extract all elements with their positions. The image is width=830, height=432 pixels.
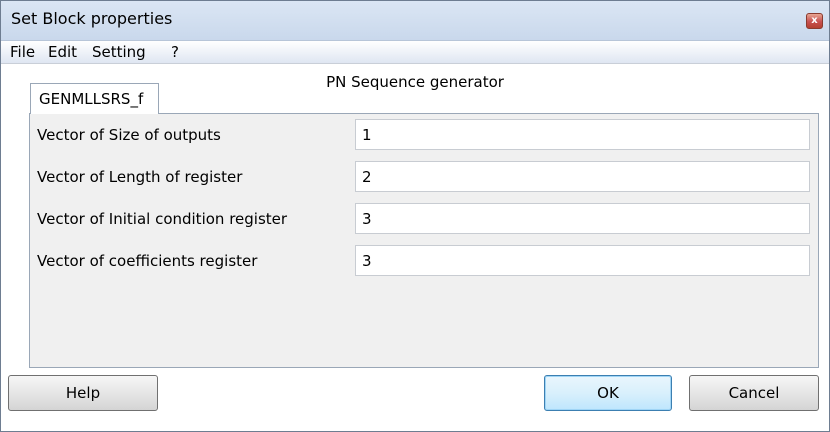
menu-edit[interactable]: Edit: [48, 41, 77, 63]
window-title: Set Block properties: [11, 9, 173, 28]
parameter-label: Vector of Size of outputs: [37, 126, 221, 144]
parameter-label: Vector of coefficients register: [37, 252, 258, 270]
menu-file[interactable]: File: [10, 41, 35, 63]
help-button[interactable]: Help: [8, 375, 158, 411]
menu-setting[interactable]: Setting: [92, 41, 146, 63]
parameter-row: Vector of Initial condition register: [30, 198, 818, 240]
menu-bar: File Edit Setting ?: [1, 41, 829, 64]
initial-condition-register-input[interactable]: [355, 203, 810, 234]
tab-genmllsrs[interactable]: GENMLLSRS_f: [30, 83, 159, 114]
coefficients-register-input[interactable]: [355, 245, 810, 276]
dialog-window: Set Block properties x File Edit Setting…: [0, 0, 830, 432]
parameter-row: Vector of Size of outputs: [30, 114, 818, 156]
size-of-outputs-input[interactable]: [355, 119, 810, 150]
parameter-row: Vector of coefficients register: [30, 240, 818, 282]
parameters-panel: Vector of Size of outputs Vector of Leng…: [29, 113, 819, 368]
length-of-register-input[interactable]: [355, 161, 810, 192]
parameter-label: Vector of Initial condition register: [37, 210, 288, 228]
parameter-row: Vector of Length of register: [30, 156, 818, 198]
cancel-button[interactable]: Cancel: [689, 375, 819, 411]
menu-help[interactable]: ?: [171, 41, 179, 63]
close-icon[interactable]: x: [806, 13, 823, 29]
ok-button[interactable]: OK: [544, 375, 672, 411]
parameter-label: Vector of Length of register: [37, 168, 243, 186]
title-bar[interactable]: Set Block properties x: [1, 1, 829, 41]
